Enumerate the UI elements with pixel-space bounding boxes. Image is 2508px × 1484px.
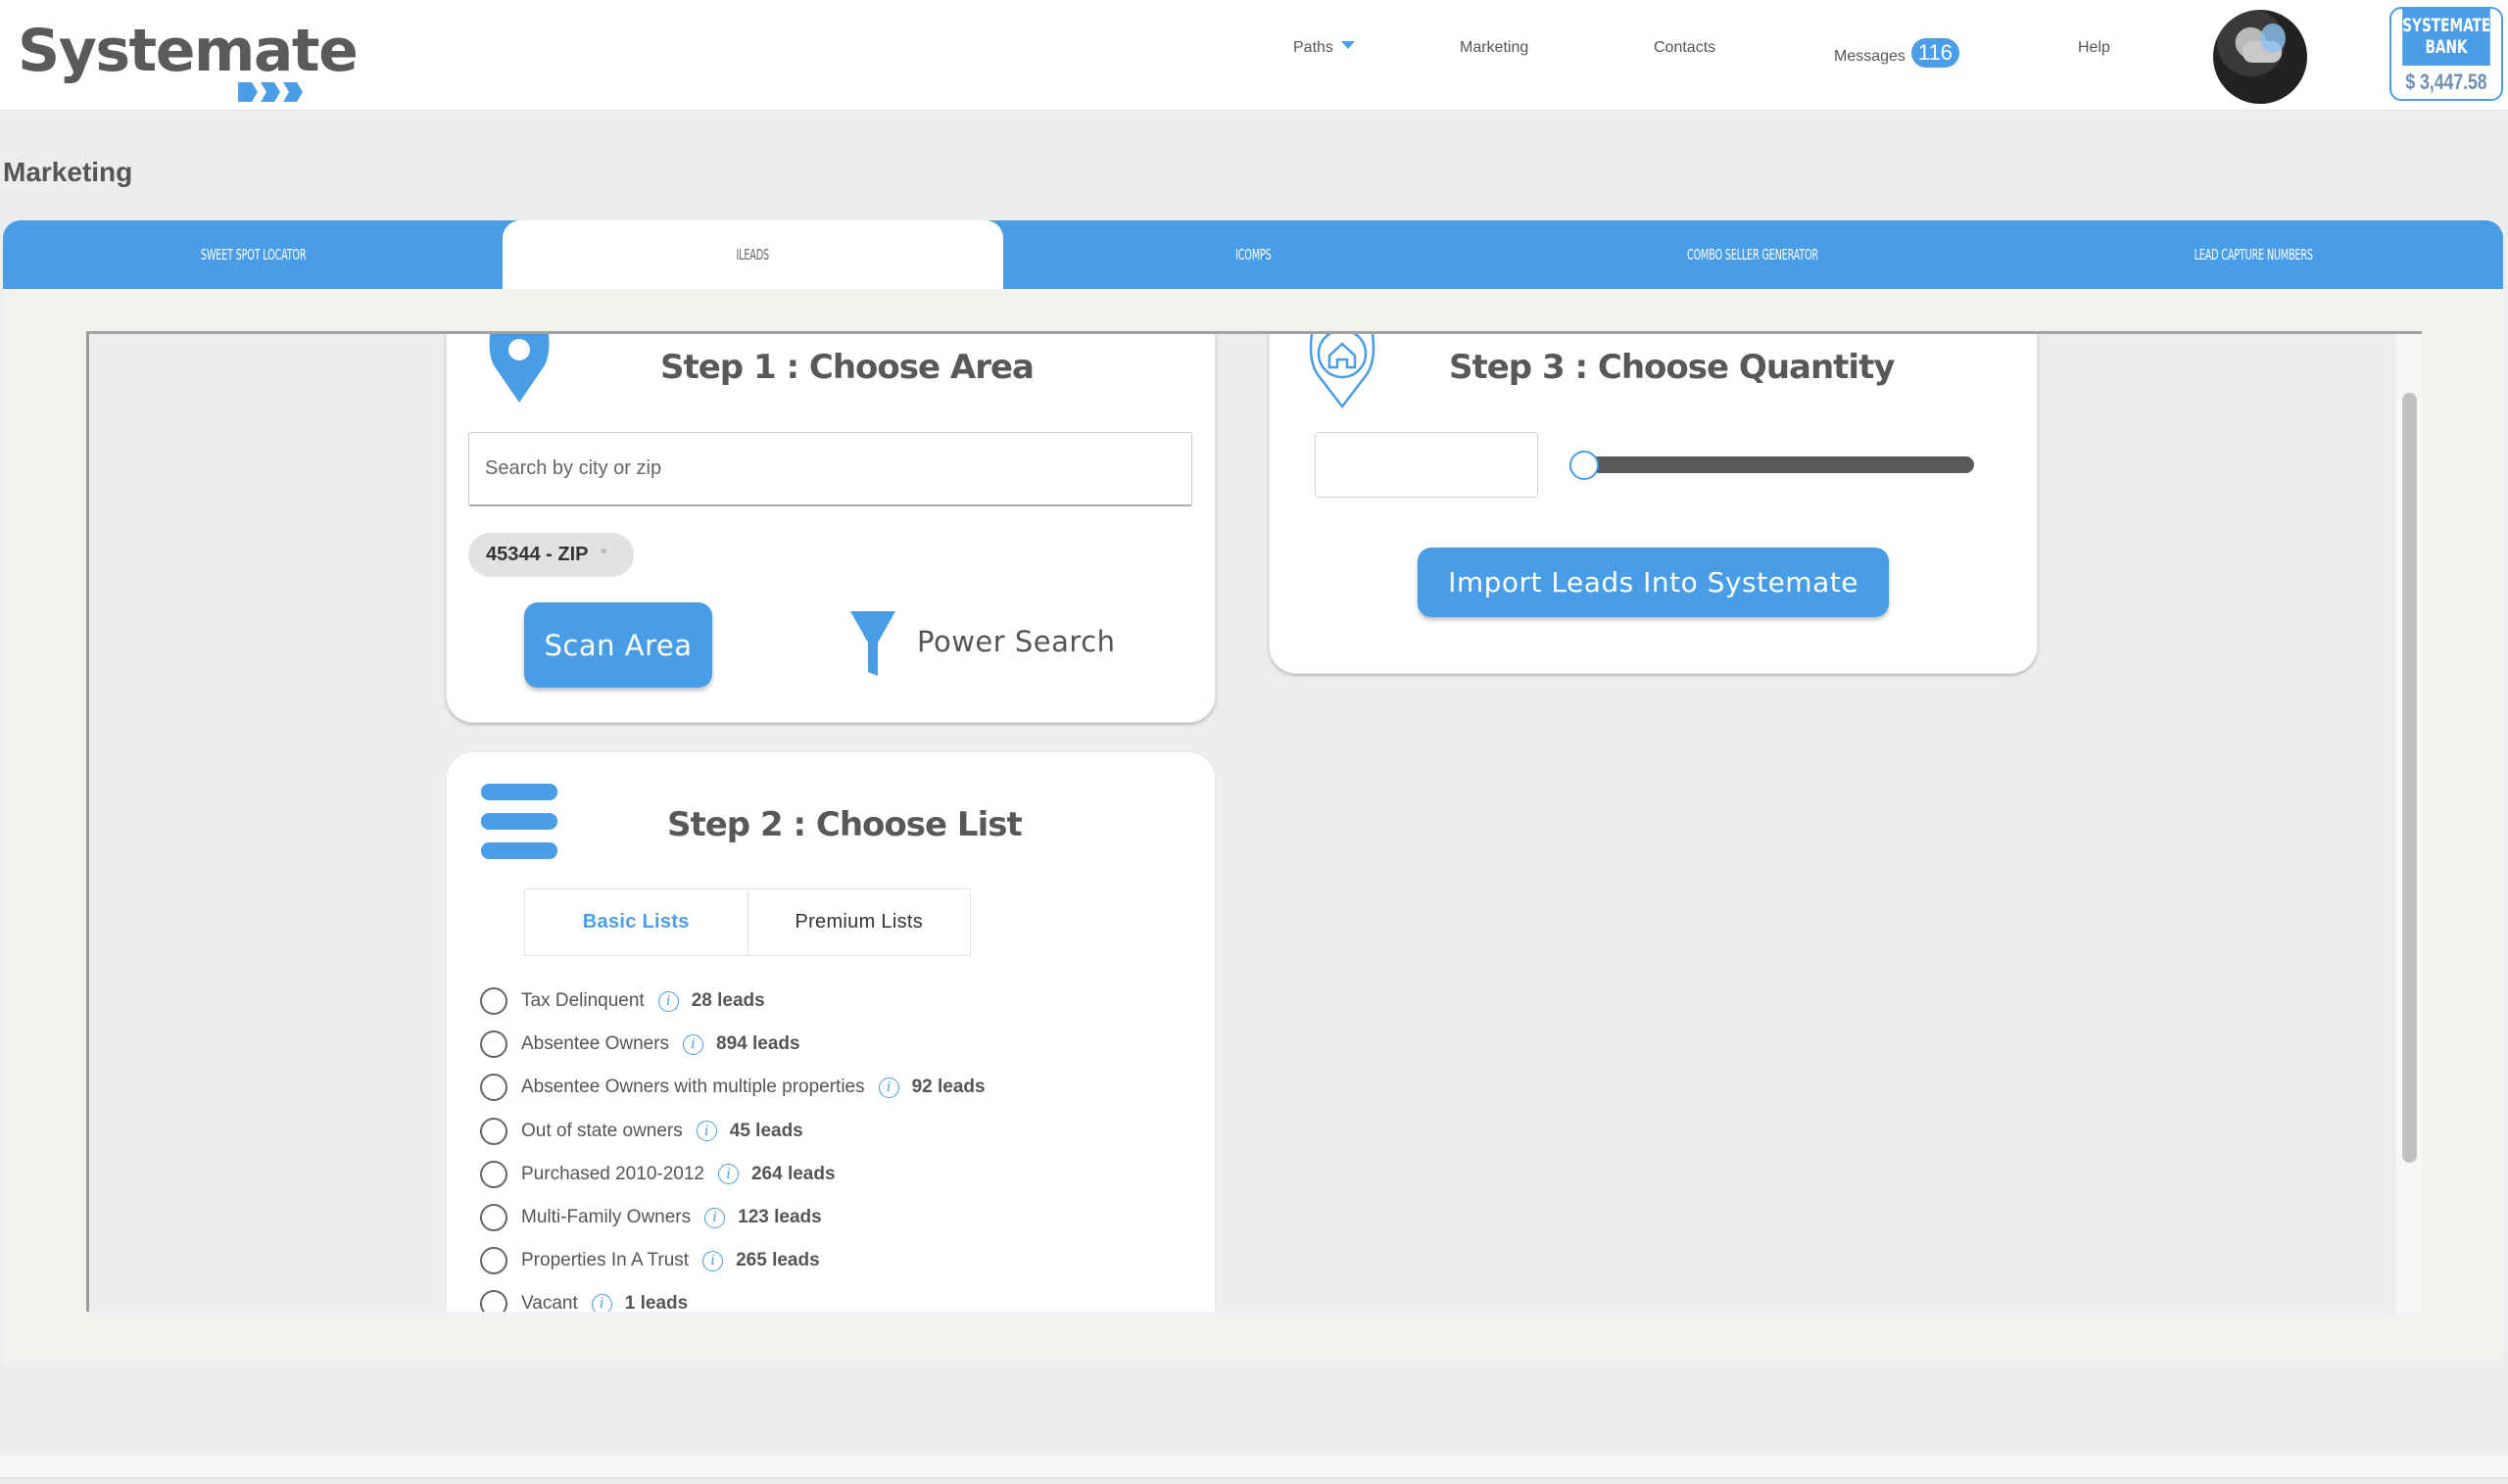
bank-balance: $ 3,447.58 — [2405, 70, 2487, 94]
scan-area-button[interactable]: Scan Area — [524, 602, 712, 688]
frame-clip — [441, 1312, 1225, 1362]
list-item[interactable]: Absentee Owners i 894 leads — [480, 1023, 986, 1066]
quantity-slider-thumb[interactable] — [1569, 451, 1599, 480]
systemate-logo[interactable]: Systemate — [18, 17, 359, 102]
tab-label: iLeads — [736, 246, 770, 263]
tab-premium-lists[interactable]: Premium Lists — [747, 889, 970, 955]
list-radio[interactable] — [480, 1030, 507, 1059]
list-item-label: Multi-Family Owners — [521, 1207, 692, 1228]
remove-chip-icon[interactable]: * — [601, 545, 607, 565]
selected-area-chip: 45344 - ZIP * — [468, 533, 634, 577]
list-radio[interactable] — [480, 1074, 507, 1102]
footer-strip — [0, 1456, 2508, 1479]
info-icon[interactable]: i — [878, 1077, 899, 1098]
info-icon[interactable]: i — [657, 990, 679, 1012]
list-item-label: Absentee Owners with multiple properties — [521, 1077, 865, 1098]
tab-sweet-spot-locator[interactable]: Sweet Spot Locator — [3, 220, 503, 289]
list-item-leads: 264 leads — [750, 1163, 836, 1184]
list-radio[interactable] — [480, 987, 507, 1016]
info-icon[interactable]: i — [702, 1250, 724, 1271]
list-item-label: Purchased 2010-2012 — [521, 1163, 704, 1184]
page-title: Marketing — [3, 157, 133, 187]
tab-ileads[interactable]: iLeads — [503, 220, 1003, 289]
list-item-leads: 123 leads — [738, 1207, 822, 1228]
list-radio[interactable] — [480, 1204, 507, 1232]
tab-combo-seller-generator[interactable]: Combo Seller Generator — [1503, 220, 2002, 289]
bank-title-line1: SYSTEMATE — [2402, 15, 2491, 36]
nav-marketing-label: Marketing — [1460, 39, 1529, 56]
list-item-label: Out of state owners — [521, 1120, 683, 1141]
import-leads-button[interactable]: Import Leads Into Systemate — [1418, 548, 1889, 617]
caret-down-icon — [1340, 40, 1355, 49]
nav-contacts[interactable]: Contacts — [1654, 39, 1715, 57]
list-item-label: Tax Delinquent — [521, 990, 645, 1012]
list-item-label: Properties In A Trust — [521, 1250, 690, 1271]
map-pin-icon — [489, 334, 550, 403]
list-item[interactable]: Multi-Family Owners i 123 leads — [480, 1196, 986, 1239]
info-icon[interactable]: i — [696, 1121, 717, 1142]
funnel-icon — [850, 611, 895, 676]
nav-help-label: Help — [2078, 39, 2110, 56]
nav-messages[interactable]: Messages 116 — [1834, 38, 1959, 69]
list-type-tabs: Basic Lists Premium Lists — [524, 888, 971, 956]
nav-marketing[interactable]: Marketing — [1460, 39, 1528, 57]
user-avatar[interactable] — [2213, 10, 2307, 104]
marketing-tabs: Sweet Spot Locator iLeads iComps Combo S… — [3, 220, 2503, 289]
content-panel-bottom — [3, 1312, 2503, 1362]
bank-title-line2: BANK — [2425, 36, 2468, 58]
top-header: Systemate Paths Marketing Contacts Messa… — [0, 0, 2508, 111]
list-radio[interactable] — [480, 1160, 507, 1188]
list-item[interactable]: Properties In A Trust i 265 leads — [480, 1239, 986, 1282]
tab-label: Sweet Spot Locator — [200, 246, 306, 263]
list-item[interactable]: Tax Delinquent i 28 leads — [480, 980, 986, 1023]
list-item-label: Absentee Owners — [521, 1033, 670, 1055]
list-item-leads: 265 leads — [736, 1250, 820, 1271]
list-item[interactable]: Out of state owners i 45 leads — [480, 1110, 986, 1153]
info-icon[interactable]: i — [717, 1164, 739, 1185]
power-search-button[interactable]: Power Search — [848, 607, 1116, 676]
list-item-leads: 28 leads — [691, 990, 765, 1012]
area-search-input[interactable] — [468, 432, 1192, 506]
bank-title: SYSTEMATE BANK — [2402, 9, 2490, 66]
power-search-label: Power Search — [917, 625, 1116, 658]
nav-paths[interactable]: Paths — [1293, 39, 1355, 57]
tab-lead-capture-numbers[interactable]: Lead Capture Numbers — [2003, 220, 2503, 289]
frame-scrollbar-thumb[interactable] — [2402, 393, 2417, 1163]
list-item-leads: 894 leads — [716, 1033, 800, 1055]
systemate-bank-badge[interactable]: SYSTEMATE BANK $ 3,447.58 — [2389, 7, 2503, 101]
ileads-frame — [86, 331, 2422, 1312]
logo-text: Systemate — [18, 17, 359, 85]
tab-label: iComps — [1234, 246, 1272, 263]
quantity-slider-track[interactable] — [1574, 456, 1974, 473]
info-icon[interactable]: i — [683, 1033, 704, 1055]
avatar-image — [2243, 41, 2282, 63]
quantity-input[interactable] — [1315, 432, 1538, 498]
messages-count-badge: 116 — [1910, 38, 1959, 68]
lead-list: Tax Delinquent i 28 leads Absentee Owners i 8… — [480, 980, 986, 1326]
list-item-leads: 92 leads — [911, 1077, 986, 1098]
step2-title: Step 2 : Choose List — [667, 805, 1023, 844]
info-icon[interactable]: i — [704, 1207, 726, 1228]
tab-icomps[interactable]: iComps — [1003, 220, 1503, 289]
nav-messages-label: Messages — [1834, 48, 1905, 65]
nav-contacts-label: Contacts — [1654, 39, 1716, 56]
logo-arrows-icon — [238, 82, 303, 102]
tab-label: Combo Seller Generator — [1687, 246, 1819, 263]
list-radio[interactable] — [480, 1247, 507, 1275]
nav-paths-label: Paths — [1293, 39, 1333, 56]
list-item[interactable]: Purchased 2010-2012 i 264 leads — [480, 1153, 986, 1196]
chip-label: 45344 - ZIP — [486, 544, 589, 565]
house-pin-icon — [1309, 334, 1375, 408]
list-radio[interactable] — [480, 1117, 507, 1145]
step1-title: Step 1 : Choose Area — [660, 348, 1035, 387]
list-item[interactable]: Absentee Owners with multiple properties… — [480, 1066, 986, 1109]
content-panel-right — [2422, 289, 2503, 1362]
tab-label: Lead Capture Numbers — [2194, 246, 2313, 263]
list-icon — [481, 784, 557, 872]
content-panel-left — [3, 289, 86, 1362]
tab-basic-lists[interactable]: Basic Lists — [525, 889, 748, 955]
list-item-leads: 45 leads — [729, 1120, 803, 1141]
step3-title: Step 3 : Choose Quantity — [1449, 348, 1895, 387]
nav-help[interactable]: Help — [2078, 39, 2110, 57]
